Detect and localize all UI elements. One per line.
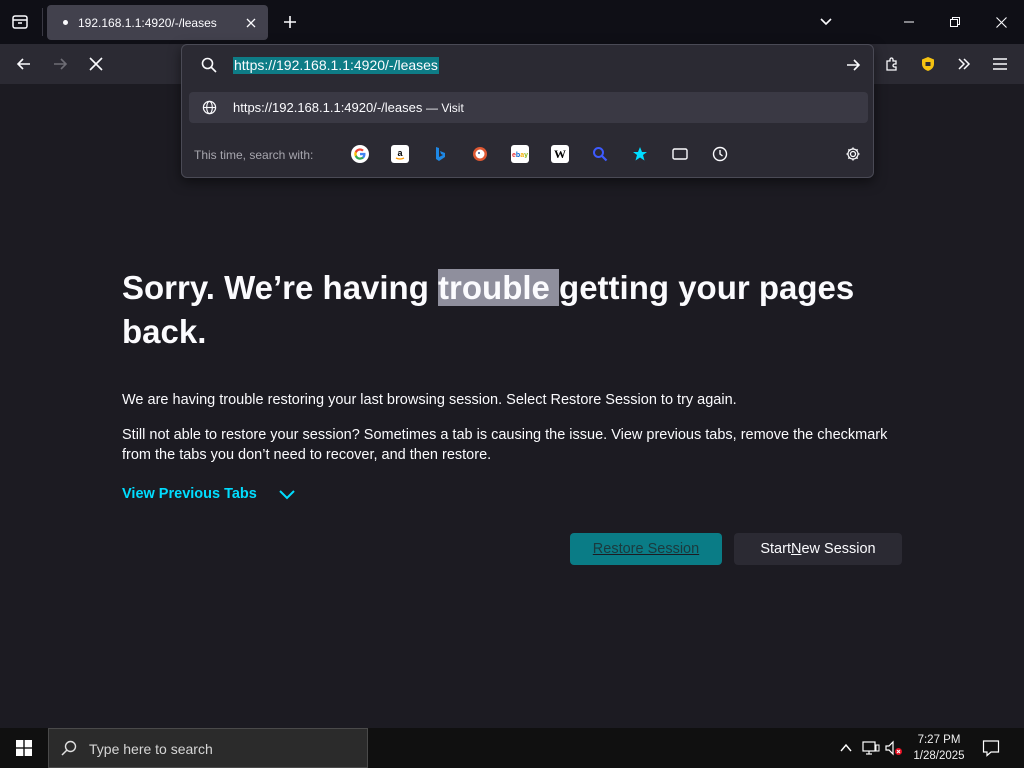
stop-x-icon <box>89 57 103 71</box>
suggestion-url: https://192.168.1.1:4920/-/leases — Visi… <box>233 100 464 115</box>
button-label-accesskey: N <box>790 541 802 557</box>
restore-window-button[interactable] <box>932 0 978 44</box>
search-icon <box>61 740 77 756</box>
hamburger-menu-icon <box>993 58 1007 70</box>
minimize-button[interactable] <box>886 0 932 44</box>
url-input[interactable]: https://192.168.1.1:4920/-/leases <box>233 57 439 74</box>
heading-highlighted-text: trouble <box>438 269 560 306</box>
search-icon <box>201 57 217 73</box>
google-icon[interactable] <box>351 145 369 163</box>
firefox-view-button[interactable] <box>4 6 36 38</box>
plus-icon <box>284 16 296 28</box>
suggestion-visit-label: — Visit <box>425 101 464 115</box>
puzzle-piece-icon <box>886 57 897 71</box>
button-label-part: ew Session <box>801 541 876 557</box>
network-icon <box>862 741 880 755</box>
back-arrow-icon <box>16 58 30 70</box>
chevron-down-icon <box>820 18 832 26</box>
bookmarks-star-icon[interactable] <box>631 145 649 163</box>
search-engine-icon[interactable] <box>591 145 609 163</box>
heading-text-part: Sorry. We’re having <box>122 269 439 306</box>
svg-text:ebay: ebay <box>512 152 528 158</box>
tab-loading-icon <box>63 20 68 25</box>
minimize-icon <box>904 21 914 23</box>
go-arrow-icon[interactable] <box>845 57 861 73</box>
notification-icon <box>982 740 1000 757</box>
globe-icon <box>202 100 217 115</box>
clock-time: 7:27 PM <box>917 734 961 746</box>
tab-close-button[interactable] <box>242 14 260 32</box>
windows-taskbar: Type here to search 7:27 PM 1/28/2025 <box>0 728 1024 768</box>
search-with-label: This time, search with: <box>194 148 314 162</box>
search-settings-gear-icon[interactable] <box>844 145 862 163</box>
tabs-icon[interactable] <box>671 145 689 163</box>
shield-icon <box>922 57 934 71</box>
url-suggestion-row[interactable]: https://192.168.1.1:4920/-/leases — Visi… <box>189 92 868 123</box>
stop-button[interactable] <box>80 48 112 80</box>
restore-session-button[interactable]: Restore Session <box>570 533 722 565</box>
tabstrip-divider <box>42 8 43 36</box>
app-menu-button[interactable] <box>984 48 1016 80</box>
double-chevron-right-icon <box>958 58 971 70</box>
windows-logo-icon <box>16 740 32 756</box>
taskbar-search-placeholder: Type here to search <box>89 741 213 757</box>
url-bar-dropdown: https://192.168.1.1:4920/-/leases https:… <box>181 44 874 178</box>
list-all-tabs-button[interactable] <box>810 6 842 38</box>
forward-arrow-icon <box>54 58 68 70</box>
extensions-button[interactable] <box>876 48 908 80</box>
bing-icon[interactable] <box>431 145 449 163</box>
volume-button[interactable] <box>884 740 904 756</box>
wikipedia-icon[interactable]: W <box>551 145 569 163</box>
tab-title: 192.168.1.1:4920/-/leases <box>78 15 217 30</box>
svg-text:a: a <box>397 148 403 158</box>
taskbar-search-box[interactable]: Type here to search <box>48 728 368 768</box>
clock-date: 1/28/2025 <box>913 750 965 762</box>
url-input-row[interactable]: https://192.168.1.1:4920/-/leases <box>182 45 873 85</box>
tab-active[interactable]: 192.168.1.1:4920/-/leases <box>47 5 268 40</box>
notifications-button[interactable] <box>982 739 1000 757</box>
close-icon <box>995 16 1007 28</box>
back-button[interactable] <box>8 48 40 80</box>
start-new-session-button[interactable]: Start New Session <box>734 533 902 565</box>
start-button[interactable] <box>0 728 48 768</box>
firefox-view-icon <box>12 15 28 29</box>
restore-session-label: Restore Session <box>592 541 700 557</box>
chevron-down-icon[interactable] <box>278 487 296 501</box>
description-paragraph-2: Still not able to restore your session? … <box>122 427 888 463</box>
page-title: Sorry. We’re having trouble getting your… <box>122 266 882 354</box>
new-tab-button[interactable] <box>274 6 306 38</box>
history-clock-icon[interactable] <box>711 145 729 163</box>
close-window-button[interactable] <box>978 0 1024 44</box>
ublock-extension-button[interactable] <box>912 48 944 80</box>
chevron-up-icon <box>840 743 852 752</box>
close-icon <box>246 18 256 28</box>
overflow-button[interactable] <box>948 48 980 80</box>
network-button[interactable] <box>862 740 880 756</box>
volume-muted-icon <box>885 740 902 756</box>
show-hidden-icons-button[interactable] <box>838 740 854 756</box>
description-paragraph-1: We are having trouble restoring your las… <box>122 392 737 408</box>
tab-strip: 192.168.1.1:4920/-/leases <box>0 0 1024 44</box>
forward-button[interactable] <box>44 48 76 80</box>
button-label-part: Start <box>760 541 791 557</box>
amazon-icon[interactable]: a <box>391 145 409 163</box>
suggestion-url-text: https://192.168.1.1:4920/-/leases <box>233 100 423 115</box>
restore-window-icon <box>950 17 960 27</box>
restore-session-page: Sorry. We’re having trouble getting your… <box>0 84 1024 728</box>
view-previous-tabs-link[interactable]: View Previous Tabs <box>122 486 257 502</box>
duckduckgo-icon[interactable] <box>471 145 489 163</box>
ebay-icon[interactable]: ebay <box>511 145 529 163</box>
taskbar-clock[interactable]: 7:27 PM 1/28/2025 <box>908 732 970 764</box>
